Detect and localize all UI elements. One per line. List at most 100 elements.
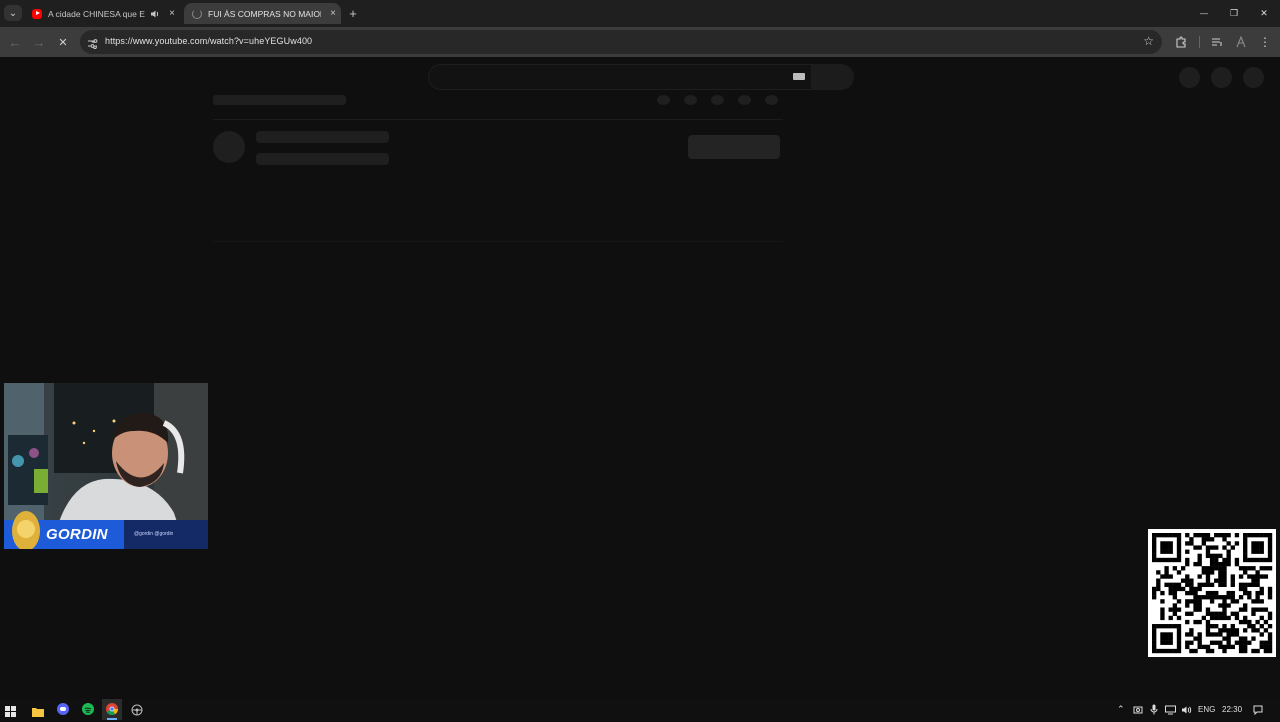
qr-module xyxy=(1172,582,1178,587)
qr-module xyxy=(1214,595,1219,600)
qr-module xyxy=(1205,549,1211,554)
qr-module xyxy=(1205,553,1211,559)
extensions-button[interactable] xyxy=(1170,27,1192,57)
qr-module xyxy=(1185,541,1190,546)
network-icon[interactable] xyxy=(1165,699,1176,720)
close-window-button[interactable]: ✕ xyxy=(1252,0,1276,27)
qr-module xyxy=(1267,595,1273,600)
webcam-video xyxy=(4,383,208,549)
qr-module xyxy=(1189,578,1194,583)
qr-module xyxy=(1243,615,1248,621)
qr-module xyxy=(1193,545,1198,550)
qr-module xyxy=(1267,566,1273,571)
qr-module xyxy=(1176,537,1182,542)
forward-button[interactable]: → xyxy=(28,27,50,57)
qr-module xyxy=(1263,557,1269,563)
minimize-button[interactable]: — xyxy=(1192,0,1216,27)
qr-module xyxy=(1226,640,1231,645)
qr-module xyxy=(1259,615,1264,621)
qr-module xyxy=(1176,640,1182,645)
chevron-up-icon[interactable]: ⌃ xyxy=(1117,699,1125,720)
profile-button[interactable] xyxy=(1230,27,1252,57)
loading-icon xyxy=(192,8,202,19)
site-info-icon[interactable] xyxy=(87,36,98,54)
toolbar-divider xyxy=(1199,36,1200,48)
action-skeleton xyxy=(765,95,778,105)
stop-loading-button[interactable]: ✕ xyxy=(52,27,74,57)
qr-module xyxy=(1222,603,1227,608)
discord-button[interactable] xyxy=(57,703,69,715)
new-tab-button[interactable]: + xyxy=(345,5,361,21)
chrome-button[interactable] xyxy=(102,699,122,720)
qr-module xyxy=(1152,590,1157,596)
volume-icon[interactable] xyxy=(1181,699,1192,720)
qr-module xyxy=(1205,537,1211,542)
qr-module xyxy=(1238,636,1244,641)
channel-name-skeleton xyxy=(256,131,389,143)
qr-module xyxy=(1205,533,1211,538)
clock[interactable]: 22:30 xyxy=(1222,699,1242,720)
address-bar[interactable]: https://www.youtube.com/watch?v=uheYEGUw… xyxy=(80,30,1162,54)
qr-module xyxy=(1164,632,1169,637)
qr-module xyxy=(1168,636,1173,641)
chrome-icon xyxy=(106,703,118,715)
keyboard-icon[interactable] xyxy=(793,73,805,80)
back-button[interactable]: ← xyxy=(4,27,26,57)
spotify-button[interactable] xyxy=(82,703,94,715)
qr-module xyxy=(1168,624,1173,629)
qr-module xyxy=(1251,549,1256,554)
qr-module xyxy=(1267,586,1273,592)
qr-module xyxy=(1255,619,1260,625)
start-button[interactable] xyxy=(5,704,16,722)
qr-module xyxy=(1222,533,1227,538)
qr-module xyxy=(1193,595,1198,600)
notifications-icon[interactable] xyxy=(1253,699,1263,720)
qr-module xyxy=(1185,533,1190,538)
tab-youtube-video-1[interactable]: A cidade CHINESA que ENC × xyxy=(24,3,182,24)
qr-module xyxy=(1251,611,1256,616)
maximize-button[interactable]: ❐ xyxy=(1222,0,1246,27)
microphone-icon[interactable] xyxy=(1150,699,1158,720)
qr-module xyxy=(1214,640,1219,645)
tab-strip: ⌄ A cidade CHINESA que ENC × FUI ÀS COMP… xyxy=(0,0,1280,27)
camera-icon[interactable] xyxy=(1133,699,1143,720)
qr-module xyxy=(1152,644,1157,650)
qr-module xyxy=(1201,644,1206,650)
qr-module xyxy=(1185,590,1190,596)
close-tab-icon[interactable]: × xyxy=(326,7,340,21)
tab-search-button[interactable]: ⌄ xyxy=(4,5,22,21)
speaker-icon[interactable] xyxy=(148,7,162,21)
qr-module xyxy=(1226,603,1231,608)
search-input[interactable] xyxy=(428,64,812,90)
qr-module xyxy=(1185,574,1190,579)
more-vertical-icon: ⋮ xyxy=(1259,35,1271,49)
qr-module xyxy=(1164,648,1169,654)
reading-list-button[interactable] xyxy=(1206,27,1228,57)
qr-module xyxy=(1201,537,1206,542)
qr-module xyxy=(1243,549,1248,554)
qr-module xyxy=(1218,566,1223,571)
bookmark-star-icon[interactable]: ☆ xyxy=(1143,34,1154,48)
qr-module xyxy=(1197,640,1202,645)
qr-module xyxy=(1243,590,1248,596)
menu-button[interactable]: ⋮ xyxy=(1254,27,1276,57)
search-button[interactable] xyxy=(812,64,854,90)
puzzle-icon xyxy=(1176,36,1186,48)
qr-module xyxy=(1255,599,1260,604)
tab-youtube-video-2[interactable]: FUI ÀS COMPRAS NO MAIOR S × xyxy=(184,3,341,24)
file-explorer-button[interactable] xyxy=(32,704,44,722)
close-tab-icon[interactable]: × xyxy=(165,7,179,21)
qr-module xyxy=(1238,582,1244,587)
subscribe-button-skeleton xyxy=(688,135,780,159)
qr-module xyxy=(1152,632,1157,637)
qr-module xyxy=(1251,557,1256,563)
qr-module xyxy=(1205,628,1211,633)
qr-module xyxy=(1156,582,1161,587)
language-indicator[interactable]: ENG xyxy=(1198,699,1215,720)
qr-module xyxy=(1230,545,1235,550)
app-button[interactable] xyxy=(131,703,143,721)
qr-module xyxy=(1193,586,1198,592)
channel-subs-skeleton xyxy=(256,153,389,165)
qr-module xyxy=(1222,557,1227,563)
qr-module xyxy=(1176,644,1182,650)
